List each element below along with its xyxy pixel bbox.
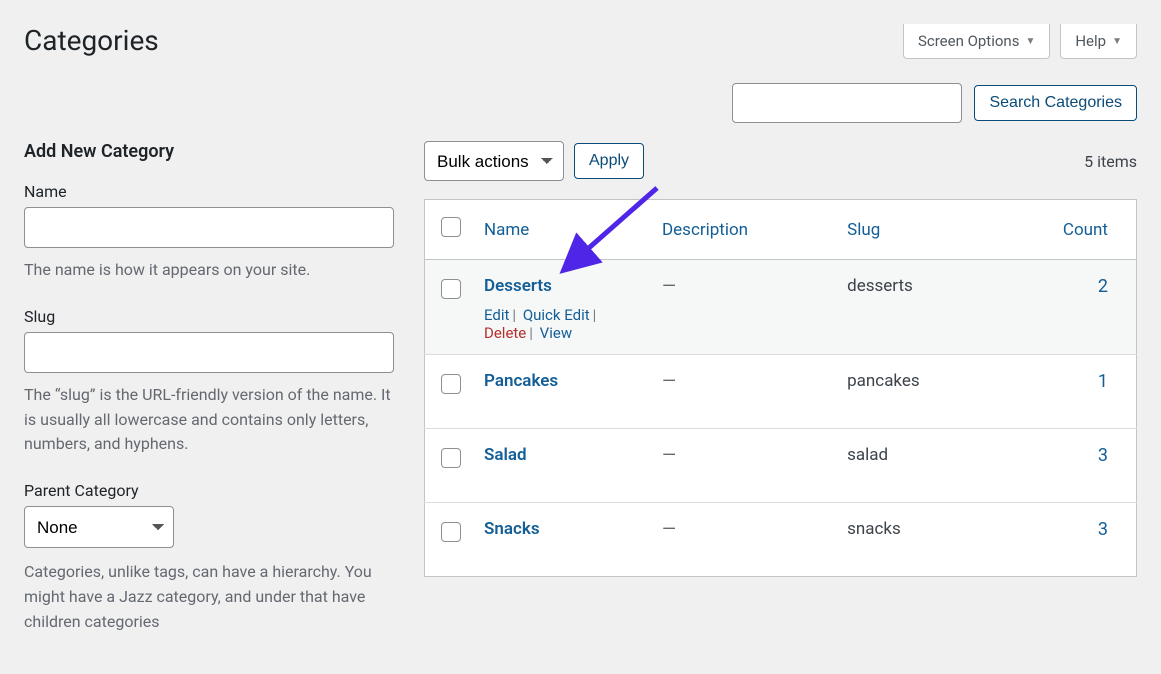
bulk-actions-select[interactable]: Bulk actions — [424, 141, 564, 181]
screen-options-label: Screen Options — [918, 32, 1020, 50]
view-link[interactable]: View — [540, 324, 572, 342]
category-slug: pancakes — [847, 371, 920, 391]
col-slug[interactable]: Slug — [847, 220, 880, 240]
add-new-category-heading: Add New Category — [24, 141, 394, 162]
row-checkbox[interactable] — [441, 522, 461, 542]
name-description: The name is how it appears on your site. — [24, 258, 394, 283]
search-input[interactable] — [732, 83, 962, 123]
category-name[interactable]: Snacks — [484, 519, 540, 539]
row-checkbox[interactable] — [441, 374, 461, 394]
slug-field[interactable] — [24, 332, 394, 373]
slug-label: Slug — [24, 307, 394, 326]
col-count[interactable]: Count — [1063, 220, 1108, 240]
chevron-down-icon: ▼ — [1025, 36, 1035, 47]
category-description: — — [662, 445, 676, 466]
help-tab[interactable]: Help ▼ — [1060, 24, 1137, 59]
quick-edit-link[interactable]: Quick Edit — [523, 306, 590, 324]
parent-select[interactable]: None — [24, 506, 174, 548]
category-count[interactable]: 1 — [1098, 371, 1108, 392]
category-slug: snacks — [847, 519, 901, 539]
col-name[interactable]: Name — [484, 220, 529, 240]
apply-button[interactable]: Apply — [574, 143, 644, 179]
category-name[interactable]: Pancakes — [484, 371, 558, 391]
category-count[interactable]: 3 — [1098, 519, 1108, 540]
table-row: Pancakes — pancakes 1 — [425, 355, 1137, 429]
category-name[interactable]: Salad — [484, 445, 527, 465]
slug-description: The “slug” is the URL-friendly version o… — [24, 383, 394, 457]
row-actions: Edit| Quick Edit| Delete| View — [484, 306, 642, 342]
chevron-down-icon: ▼ — [1112, 36, 1122, 47]
screen-options-tab[interactable]: Screen Options ▼ — [903, 24, 1050, 59]
edit-link[interactable]: Edit — [484, 306, 509, 324]
category-slug: desserts — [847, 276, 913, 296]
category-description: — — [662, 276, 676, 297]
delete-link[interactable]: Delete — [484, 324, 526, 342]
category-description: — — [662, 519, 676, 540]
row-checkbox[interactable] — [441, 279, 461, 299]
parent-description: Categories, unlike tags, can have a hier… — [24, 560, 394, 634]
name-field[interactable] — [24, 207, 394, 248]
category-count[interactable]: 2 — [1098, 276, 1108, 297]
search-button[interactable]: Search Categories — [974, 85, 1137, 121]
table-row: Snacks — snacks 3 — [425, 503, 1137, 577]
category-slug: salad — [847, 445, 888, 465]
col-description[interactable]: Description — [662, 220, 748, 240]
category-description: — — [662, 371, 676, 392]
select-all-checkbox[interactable] — [441, 217, 461, 237]
name-label: Name — [24, 182, 394, 201]
parent-label: Parent Category — [24, 481, 394, 500]
row-checkbox[interactable] — [441, 448, 461, 468]
category-count[interactable]: 3 — [1098, 445, 1108, 466]
categories-table: Name Description Slug Count Desserts Edi… — [424, 199, 1137, 577]
table-row: Desserts Edit| Quick Edit| Delete| View … — [425, 260, 1137, 355]
category-name[interactable]: Desserts — [484, 276, 552, 296]
items-count: 5 items — [1084, 152, 1137, 171]
table-row: Salad — salad 3 — [425, 429, 1137, 503]
help-label: Help — [1075, 32, 1106, 50]
